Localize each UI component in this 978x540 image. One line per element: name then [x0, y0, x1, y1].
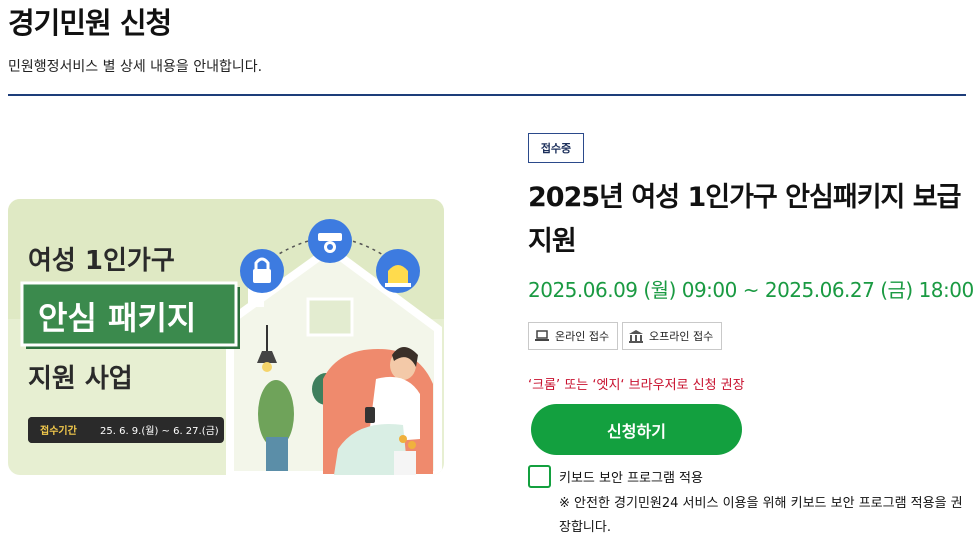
online-channel-label: 온라인 접수: [555, 330, 610, 343]
status-badge: 접수중: [528, 133, 584, 163]
service-title: 2025년 여성 1인가구 안심패키지 보급 지원: [528, 182, 961, 257]
page-title: 경기민원 신청: [8, 6, 172, 40]
application-period: 2025.06.09 (월) 09:00 ~ 2025.06.27 (금) 18…: [528, 278, 974, 302]
online-channel-tag: 온라인 접수: [528, 322, 619, 350]
laptop-icon: [535, 330, 549, 342]
offline-channel-label: 오프라인 접수: [649, 330, 714, 343]
banner-period-text: 25. 6. 9.(월) ~ 6. 27.(금): [100, 425, 219, 437]
page-description: 민원행정서비스 별 상세 내용을 안내합니다.: [8, 59, 263, 75]
keyboard-security-note: ※ 안전한 경기민원24 서비스 이용을 위해 키보드 보안 프로그램 적용을 …: [559, 496, 963, 535]
banner-line1: 여성 1인가구: [28, 246, 175, 276]
house-window: [306, 297, 354, 337]
service-banner-image: 여성 1인가구 안심 패키지 지원 사업 접수기간 25. 6. 9.(월) ~…: [8, 199, 444, 475]
building-icon: [629, 329, 643, 343]
offline-channel-tag: 오프라인 접수: [622, 322, 723, 350]
keyboard-security-checkbox[interactable]: [528, 465, 551, 488]
title-divider: [8, 94, 966, 96]
browser-recommendation-note: ‘크롬’ 또는 ‘엣지‘ 브라우저로 신청 권장: [528, 378, 745, 393]
banner-line3: 지원 사업: [28, 364, 133, 394]
banner-highlight: 안심 패키지: [38, 299, 196, 337]
apply-button[interactable]: 신청하기: [531, 404, 742, 455]
banner-period-label: 접수기간: [40, 424, 78, 437]
keyboard-security-label[interactable]: 키보드 보안 프로그램 적용: [559, 467, 703, 486]
